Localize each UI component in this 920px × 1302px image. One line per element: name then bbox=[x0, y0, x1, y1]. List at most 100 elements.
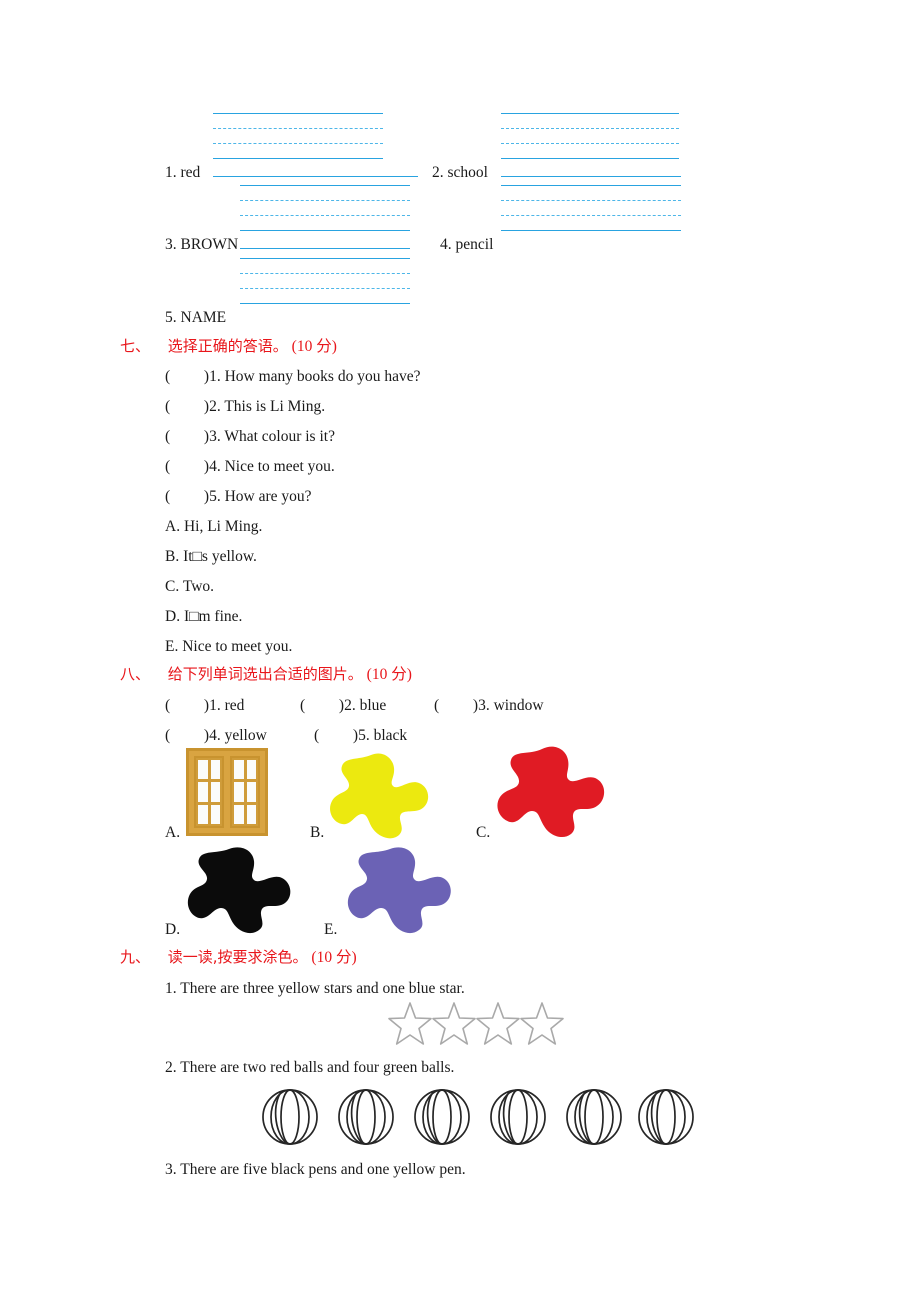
picture-c-red-blob[interactable] bbox=[494, 745, 606, 840]
guide-line-mid-lower bbox=[240, 288, 410, 289]
picture-c-label: C. bbox=[476, 824, 491, 841]
balls-group bbox=[262, 1089, 694, 1145]
handwriting-item-4: 4. pencil bbox=[440, 237, 493, 253]
blob-red-image bbox=[497, 746, 605, 838]
handwriting-item-1: 1. red bbox=[165, 165, 200, 181]
star-row[interactable] bbox=[388, 1000, 564, 1050]
answer-bracket-open: ( bbox=[165, 727, 171, 744]
question-number: 5. bbox=[209, 488, 221, 505]
guide-line-top bbox=[240, 258, 410, 259]
answer-bracket-open: ( bbox=[165, 428, 171, 445]
window-pane bbox=[234, 760, 244, 780]
handwriting-item-4-word: pencil bbox=[455, 236, 494, 253]
section-eight-marker: 八、 bbox=[120, 665, 151, 683]
task-number: 1. bbox=[165, 980, 177, 997]
ball-row[interactable] bbox=[260, 1085, 696, 1149]
guide-line-mid-upper bbox=[501, 200, 681, 201]
guide-line-mid-upper bbox=[240, 200, 410, 201]
section-seven-title: 选择正确的答语。 bbox=[167, 337, 288, 355]
task-text: There are three yellow stars and one blu… bbox=[180, 980, 465, 997]
question-number: 4. bbox=[209, 458, 221, 475]
answer-bracket-open: ( bbox=[165, 398, 171, 415]
section-eight-title: 给下列单词选出合适的图片。 bbox=[167, 665, 363, 683]
question-number: 1. bbox=[209, 368, 221, 385]
task-text: There are five black pens and one yellow… bbox=[180, 1161, 466, 1178]
handwriting-item-5-number: 5. bbox=[165, 309, 177, 326]
section-seven-question-4[interactable]: ( )4. Nice to meet you. bbox=[165, 459, 335, 475]
window-pane bbox=[198, 782, 208, 802]
question-text: This is Li Ming. bbox=[224, 398, 326, 415]
question-text: How many books do you have? bbox=[224, 368, 421, 385]
guide-line-bottom bbox=[501, 230, 681, 231]
answer-bracket-open: ( bbox=[434, 697, 440, 714]
section-seven-question-3[interactable]: ( )3. What colour is it? bbox=[165, 429, 335, 445]
section-nine-task-3: 3. There are five black pens and one yel… bbox=[165, 1162, 466, 1178]
option-text: I□m fine. bbox=[183, 608, 243, 625]
guide-line-bottom-ext bbox=[240, 248, 410, 249]
answer-bracket-open: ( bbox=[165, 368, 171, 385]
section-nine-title: 读一读,按要求涂色。 bbox=[167, 948, 308, 966]
option-text: Two. bbox=[182, 578, 215, 595]
blob-yellow-image bbox=[330, 753, 429, 839]
section-seven-question-1[interactable]: ( )1. How many books do you have? bbox=[165, 369, 420, 385]
window-pane bbox=[198, 760, 208, 780]
guide-line-mid-lower bbox=[501, 215, 681, 216]
section-eight-question-1[interactable]: ( )1. red bbox=[165, 698, 244, 714]
picture-e-label: E. bbox=[324, 921, 338, 938]
option-text: It□s yellow. bbox=[183, 548, 257, 565]
section-eight-question-2[interactable]: ( )2. blue bbox=[300, 698, 386, 714]
handwriting-item-2-number: 2. bbox=[432, 164, 444, 181]
question-number: 3. bbox=[478, 697, 490, 714]
section-eight-question-3[interactable]: ( )3. window bbox=[434, 698, 544, 714]
ball-icon bbox=[638, 1089, 694, 1145]
picture-e-blue-blob[interactable] bbox=[345, 846, 455, 934]
section-seven-marker: 七、 bbox=[120, 337, 151, 355]
handwriting-guide-3-ext[interactable] bbox=[240, 203, 410, 249]
question-number: 1. bbox=[209, 697, 221, 714]
handwriting-item-3-number: 3. bbox=[165, 236, 177, 253]
window-pane bbox=[246, 804, 256, 824]
handwriting-guide-5[interactable] bbox=[240, 258, 410, 304]
ball-icon bbox=[338, 1089, 394, 1145]
window-pane bbox=[234, 804, 244, 824]
section-eight-heading: 八、 给下列单词选出合适的图片。 (10 分) bbox=[120, 667, 412, 683]
star-icon bbox=[476, 1002, 520, 1045]
option-letter: A. bbox=[165, 518, 181, 535]
section-seven-question-2[interactable]: ( )2. This is Li Ming. bbox=[165, 399, 325, 415]
section-seven-heading: 七、 选择正确的答语。 (10 分) bbox=[120, 339, 337, 355]
picture-d-black-blob[interactable] bbox=[185, 846, 295, 934]
question-word: window bbox=[493, 697, 544, 714]
section-seven-option-c: C. Two. bbox=[165, 579, 214, 595]
handwriting-guide-2-ext[interactable] bbox=[501, 131, 681, 177]
question-text: How are you? bbox=[224, 488, 312, 505]
picture-a-window[interactable] bbox=[186, 748, 268, 836]
task-text: There are two red balls and four green b… bbox=[180, 1059, 455, 1076]
handwriting-item-4-number: 4. bbox=[440, 236, 452, 253]
option-text: Hi, Li Ming. bbox=[183, 518, 263, 535]
guide-line-top bbox=[213, 113, 383, 114]
question-number: 2. bbox=[209, 398, 221, 415]
handwriting-item-1-word: red bbox=[180, 164, 201, 181]
task-number: 2. bbox=[165, 1059, 177, 1076]
guide-line-mid-upper bbox=[240, 273, 410, 274]
picture-b-yellow-blob[interactable] bbox=[327, 752, 433, 840]
worksheet-page: 1. red 2. school 3. BROWN 4. pencil 5. N… bbox=[0, 0, 920, 1302]
guide-line-mid-upper bbox=[213, 128, 383, 129]
section-eight-score: (10 分) bbox=[366, 666, 412, 683]
handwriting-guide-1-ext[interactable] bbox=[213, 131, 418, 177]
blob-blue-image bbox=[347, 847, 451, 934]
section-eight-question-5[interactable]: ( )5. black bbox=[314, 728, 407, 744]
ball-icon bbox=[566, 1089, 622, 1145]
section-nine-task-2: 2. There are two red balls and four gree… bbox=[165, 1060, 454, 1076]
guide-line-mid-upper bbox=[501, 128, 679, 129]
section-eight-question-4[interactable]: ( )4. yellow bbox=[165, 728, 267, 744]
handwriting-item-1-number: 1. bbox=[165, 164, 177, 181]
window-pane bbox=[234, 782, 244, 802]
handwriting-item-2: 2. school bbox=[432, 165, 488, 181]
question-word: blue bbox=[359, 697, 387, 714]
option-letter: C. bbox=[165, 578, 180, 595]
guide-line-top bbox=[501, 185, 681, 186]
section-seven-question-5[interactable]: ( )5. How are you? bbox=[165, 489, 312, 505]
handwriting-guide-4[interactable] bbox=[501, 185, 681, 231]
option-letter: B. bbox=[165, 548, 180, 565]
